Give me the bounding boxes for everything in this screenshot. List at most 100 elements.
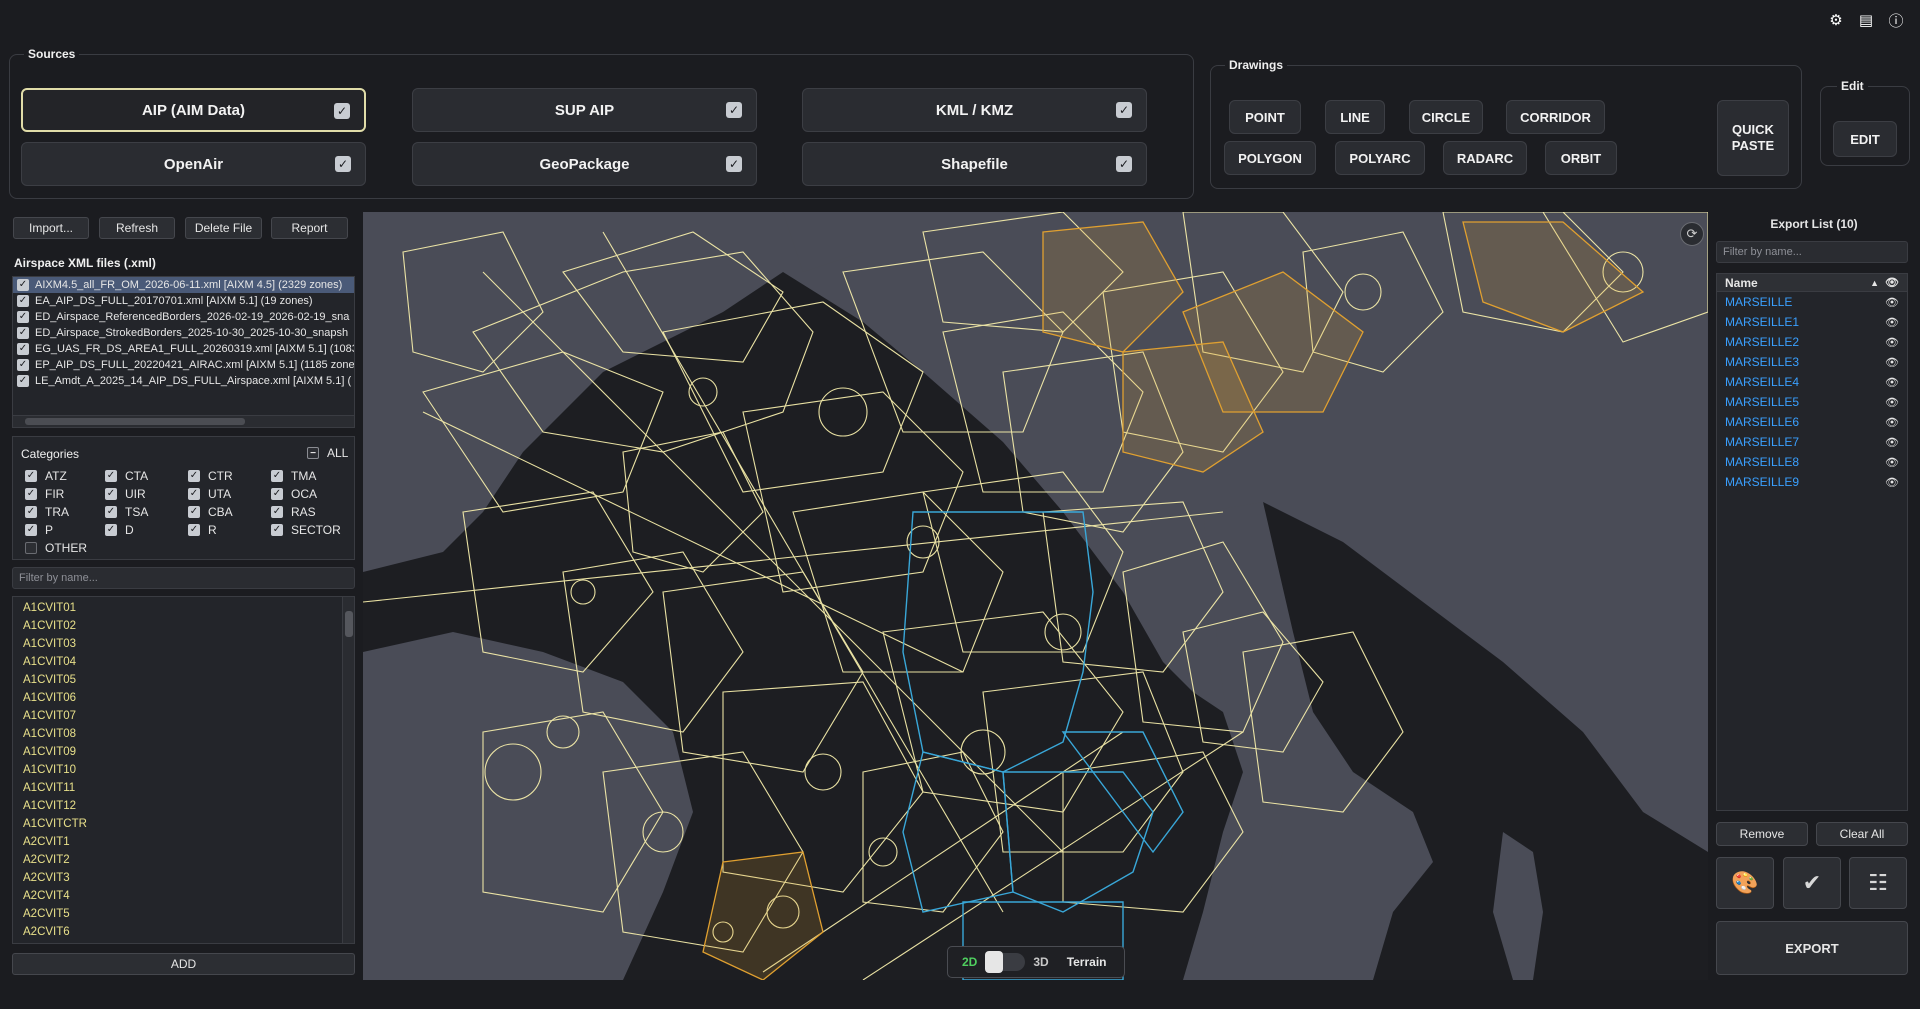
category-cba[interactable]: ✓ CBA: [188, 505, 233, 519]
source-openair-button[interactable]: OpenAir ✓: [21, 142, 366, 186]
source-shapefile-button[interactable]: Shapefile ✓: [802, 142, 1147, 186]
list-item[interactable]: A1CVIT12: [13, 797, 354, 815]
scrollbar-thumb[interactable]: [25, 418, 245, 425]
file-checkbox[interactable]: ✓: [17, 311, 29, 323]
file-checkbox[interactable]: ✓: [17, 327, 29, 339]
verified-badge-icon[interactable]: ✔: [1783, 857, 1841, 909]
draw-point-button[interactable]: POINT: [1229, 100, 1301, 134]
file-checkbox[interactable]: ✓: [17, 295, 29, 307]
list-item[interactable]: A1CVIT01: [13, 599, 354, 617]
source-sup-aip-checkbox[interactable]: ✓: [726, 102, 742, 118]
source-aip-checkbox[interactable]: ✓: [334, 103, 350, 119]
visibility-eye-icon[interactable]: 👁: [1885, 356, 1899, 369]
visibility-eye-icon[interactable]: 👁: [1885, 316, 1899, 329]
category-checkbox[interactable]: ✓: [25, 506, 37, 518]
category-checkbox[interactable]: ✓: [188, 506, 200, 518]
map-mode-toggle[interactable]: 2D 3D Terrain: [947, 946, 1125, 978]
file-row[interactable]: ✓ EG_UAS_FR_DS_AREA1_FULL_20260319.xml [A…: [13, 341, 354, 357]
report-button[interactable]: Report: [271, 217, 348, 239]
edit-button[interactable]: EDIT: [1833, 121, 1897, 157]
export-list-item[interactable]: MARSEILLE3 👁: [1717, 352, 1907, 372]
category-uta[interactable]: ✓ UTA: [188, 487, 231, 501]
category-all-checkbox[interactable]: −: [307, 447, 319, 459]
sort-asc-icon[interactable]: ▲: [1870, 278, 1879, 288]
source-openair-checkbox[interactable]: ✓: [335, 156, 351, 172]
export-filter-input[interactable]: Filter by name...: [1716, 241, 1908, 263]
category-fir[interactable]: ✓ FIR: [25, 487, 64, 501]
visibility-header-icon[interactable]: 👁: [1885, 276, 1899, 289]
list-item[interactable]: A1CVITCTR: [13, 815, 354, 833]
visibility-eye-icon[interactable]: 👁: [1885, 396, 1899, 409]
zone-filter-input[interactable]: Filter by name...: [12, 567, 355, 589]
category-tsa[interactable]: ✓ TSA: [105, 505, 148, 519]
export-list-item[interactable]: MARSEILLE6 👁: [1717, 412, 1907, 432]
category-checkbox[interactable]: ✓: [105, 506, 117, 518]
list-item[interactable]: A1CVIT11: [13, 779, 354, 797]
category-checkbox[interactable]: ✓: [188, 524, 200, 536]
file-row[interactable]: ✓ EA_AIP_DS_FULL_20170701.xml [AIXM 5.1] …: [13, 293, 354, 309]
list-item[interactable]: A1CVIT05: [13, 671, 354, 689]
file-row[interactable]: ✓ AIXM4.5_all_FR_OM_2026-06-11.xml [AIXM …: [13, 277, 354, 293]
palette-icon[interactable]: 🎨: [1716, 857, 1774, 909]
visibility-eye-icon[interactable]: 👁: [1885, 456, 1899, 469]
list-item[interactable]: A1CVIT02: [13, 617, 354, 635]
list-item[interactable]: A2CVIT4: [13, 887, 354, 905]
file-checkbox[interactable]: ✓: [17, 375, 29, 387]
file-checkbox[interactable]: ✓: [17, 279, 29, 291]
export-list-item[interactable]: MARSEILLE5 👁: [1717, 392, 1907, 412]
export-list-item[interactable]: MARSEILLE 👁: [1717, 292, 1907, 312]
mode-2d-label[interactable]: 2D: [962, 955, 977, 969]
list-item[interactable]: A2CVIT5: [13, 905, 354, 923]
category-ctr[interactable]: ✓ CTR: [188, 469, 233, 483]
airspace-map[interactable]: ⟳: [363, 212, 1708, 980]
draw-line-button[interactable]: LINE: [1325, 100, 1385, 134]
category-sector[interactable]: ✓ SECTOR: [271, 523, 341, 537]
category-uir[interactable]: ✓ UIR: [105, 487, 146, 501]
scrollbar-thumb[interactable]: [345, 611, 353, 637]
export-list-item[interactable]: MARSEILLE9 👁: [1717, 472, 1907, 492]
category-checkbox[interactable]: [25, 542, 37, 554]
visibility-eye-icon[interactable]: 👁: [1885, 436, 1899, 449]
source-geopackage-checkbox[interactable]: ✓: [726, 156, 742, 172]
file-row[interactable]: ✓ ED_Airspace_ReferencedBorders_2026-02-1…: [13, 309, 354, 325]
category-tra[interactable]: ✓ TRA: [25, 505, 69, 519]
file-list[interactable]: ✓ AIXM4.5_all_FR_OM_2026-06-11.xml [AIXM …: [12, 276, 355, 428]
sliders-icon[interactable]: ☷: [1849, 857, 1907, 909]
draw-circle-button[interactable]: CIRCLE: [1409, 100, 1483, 134]
mode-3d-label[interactable]: 3D: [1033, 955, 1048, 969]
category-checkbox[interactable]: ✓: [271, 524, 283, 536]
category-checkbox[interactable]: ✓: [25, 524, 37, 536]
add-button[interactable]: ADD: [12, 953, 355, 975]
list-item[interactable]: A1CVIT08: [13, 725, 354, 743]
export-list-item[interactable]: MARSEILLE2 👁: [1717, 332, 1907, 352]
info-icon[interactable]: ⓘ: [1888, 12, 1904, 30]
category-p[interactable]: ✓ P: [25, 523, 53, 537]
category-r[interactable]: ✓ R: [188, 523, 217, 537]
refresh-button[interactable]: Refresh: [99, 217, 175, 239]
list-item[interactable]: A1CVIT04: [13, 653, 354, 671]
source-kml-button[interactable]: KML / KMZ ✓: [802, 88, 1147, 132]
export-list-item[interactable]: MARSEILLE1 👁: [1717, 312, 1907, 332]
category-checkbox[interactable]: ✓: [271, 488, 283, 500]
list-item[interactable]: A1CVIT07: [13, 707, 354, 725]
draw-polygon-button[interactable]: POLYGON: [1224, 141, 1316, 175]
map-resize-handle[interactable]: ⟳: [1680, 222, 1704, 246]
source-shapefile-checkbox[interactable]: ✓: [1116, 156, 1132, 172]
export-button[interactable]: EXPORT: [1716, 921, 1908, 975]
category-checkbox[interactable]: ✓: [271, 506, 283, 518]
horizontal-scrollbar[interactable]: [13, 415, 354, 427]
zone-list[interactable]: A1CVIT01 A1CVIT02 A1CVIT03 A1CVIT04 A1CVIT05…: [12, 596, 355, 944]
category-other[interactable]: OTHER: [25, 541, 87, 555]
visibility-eye-icon[interactable]: 👁: [1885, 376, 1899, 389]
clear-all-button[interactable]: Clear All: [1816, 822, 1908, 846]
source-sup-aip-button[interactable]: SUP AIP ✓: [412, 88, 757, 132]
visibility-eye-icon[interactable]: 👁: [1885, 476, 1899, 489]
category-ras[interactable]: ✓ RAS: [271, 505, 316, 519]
vertical-scrollbar[interactable]: [342, 597, 354, 943]
list-item[interactable]: A1CVIT06: [13, 689, 354, 707]
draw-orbit-button[interactable]: ORBIT: [1545, 141, 1617, 175]
file-checkbox[interactable]: ✓: [17, 343, 29, 355]
export-list[interactable]: Name ▲ 👁 MARSEILLE 👁 MARSEILLE1 👁 MARSEILLE2…: [1716, 273, 1908, 811]
export-list-item[interactable]: MARSEILLE7 👁: [1717, 432, 1907, 452]
source-geopackage-button[interactable]: GeoPackage ✓: [412, 142, 757, 186]
